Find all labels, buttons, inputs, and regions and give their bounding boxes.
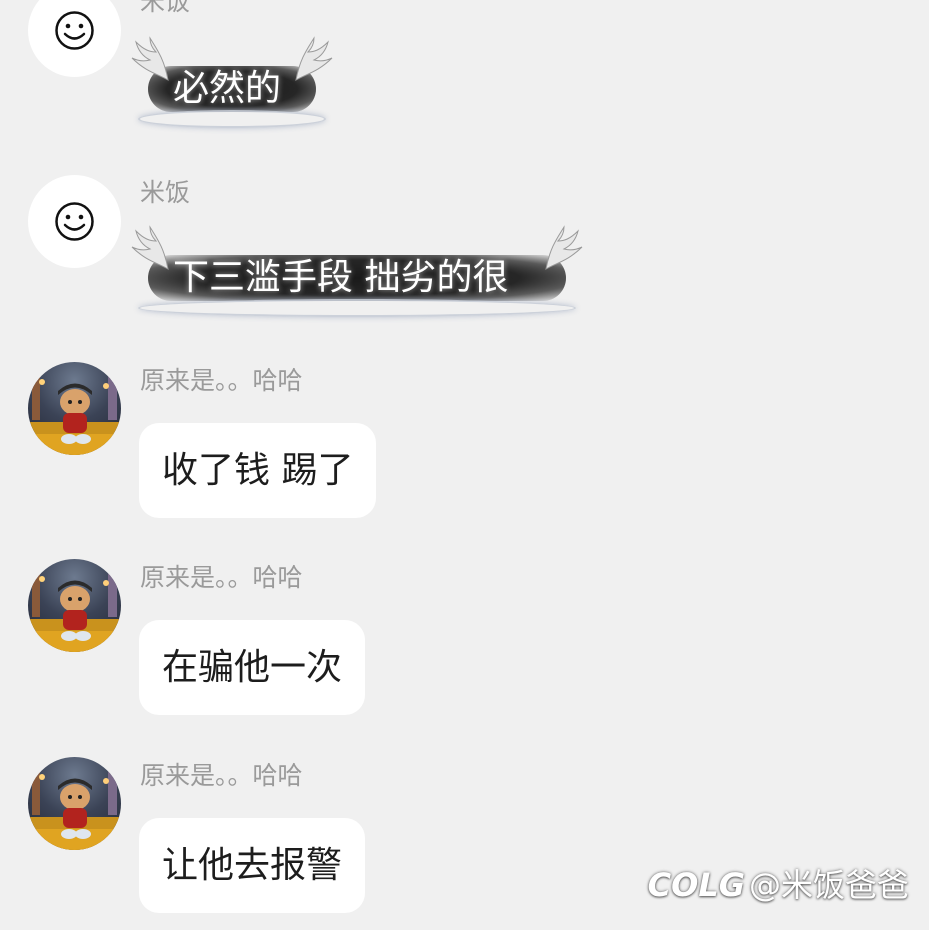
angel-wing-icon (131, 36, 169, 81)
sender-name: 米饭 (140, 0, 191, 16)
chat-message: 原来是。。哈哈 收了钱 踢了 (0, 362, 929, 522)
message-text: 必然的 (173, 68, 282, 109)
cat-photo-avatar (28, 569, 121, 652)
sender-name: 原来是。。哈哈 (140, 761, 303, 790)
colg-logo: COLG (647, 866, 745, 904)
angel-wing-icon (545, 225, 583, 270)
avatar[interactable] (28, 0, 121, 77)
chat-list: 米饭 必然的 米饭 下三滥手段 拙劣的很 原来是。。哈哈 收了钱 踢了 原来是。… (0, 0, 929, 930)
avatar[interactable] (28, 362, 121, 455)
avatar[interactable] (28, 757, 121, 850)
angel-wing-icon (295, 36, 333, 81)
watermark: COLG @米饭爸爸 (648, 860, 909, 906)
smile-face-icon (55, 11, 94, 50)
message-bubble[interactable]: 在骗他一次 (139, 620, 366, 715)
chat-message: 米饭 下三滥手段 拙劣的很 (0, 175, 929, 325)
avatar[interactable] (28, 559, 121, 652)
sender-name: 原来是。。哈哈 (140, 563, 303, 592)
sender-name: 原来是。。哈哈 (140, 366, 303, 395)
cat-photo-avatar (28, 767, 121, 850)
cat-photo-avatar (28, 372, 121, 455)
message-bubble[interactable]: 下三滥手段 拙劣的很 (128, 225, 586, 317)
chat-message: 原来是。。哈哈 在骗他一次 (0, 559, 929, 719)
message-bubble[interactable]: 必然的 (128, 36, 336, 128)
message-bubble[interactable]: 让他去报警 (139, 818, 366, 913)
message-bubble[interactable]: 收了钱 踢了 (139, 423, 377, 518)
angel-wing-icon (131, 225, 169, 270)
sender-name: 米饭 (140, 178, 191, 207)
message-text: 下三滥手段 拙劣的很 (173, 257, 509, 298)
chat-message: 米饭 必然的 (0, 0, 929, 140)
smile-face-icon (55, 202, 94, 241)
watermark-handle: @米饭爸爸 (748, 866, 909, 904)
avatar[interactable] (28, 175, 121, 268)
